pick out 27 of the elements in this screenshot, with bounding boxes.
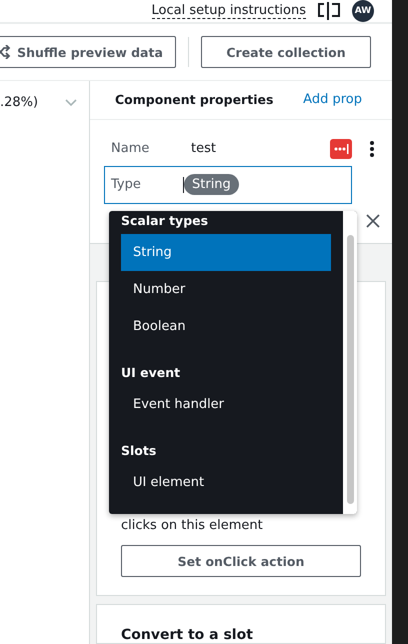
scrollbar-thumb[interactable] — [346, 235, 354, 504]
name-label: Name — [111, 141, 150, 156]
dropdown-option[interactable]: Number — [121, 271, 331, 308]
type-field[interactable]: Type String — [104, 166, 352, 204]
dropdown-option[interactable]: UI element — [121, 464, 331, 501]
dropdown-option[interactable]: Event handler — [121, 386, 331, 423]
add-prop-link[interactable]: Add prop — [303, 92, 362, 108]
dropdown-option[interactable]: Boolean — [121, 308, 331, 345]
create-collection-button[interactable]: Create collection — [201, 36, 371, 68]
password-dots-icon[interactable] — [330, 138, 352, 158]
set-onclick-button[interactable]: Set onClick action — [121, 545, 361, 577]
type-token: String — [184, 174, 239, 195]
type-label: Type — [111, 177, 142, 192]
percentage-value: .28%) — [0, 95, 38, 110]
shuffle-preview-button[interactable]: Shuffle preview data — [0, 36, 176, 68]
name-value: test — [191, 141, 217, 156]
user-avatar[interactable]: AW — [352, 0, 374, 22]
more-options-icon[interactable] — [370, 140, 374, 156]
panel-title: Component properties — [115, 92, 274, 108]
group-heading: Scalar types — [121, 212, 210, 230]
group-heading: UI event — [121, 364, 182, 382]
action-description: clicks on this element — [121, 518, 264, 533]
slot-card-title: Convert to a slot — [121, 627, 254, 643]
group-heading: Slots — [121, 442, 158, 460]
dropdown-option[interactable]: String — [121, 234, 331, 271]
close-icon[interactable] — [366, 214, 380, 228]
setup-instructions-link[interactable]: Local setup instructions — [152, 4, 306, 18]
